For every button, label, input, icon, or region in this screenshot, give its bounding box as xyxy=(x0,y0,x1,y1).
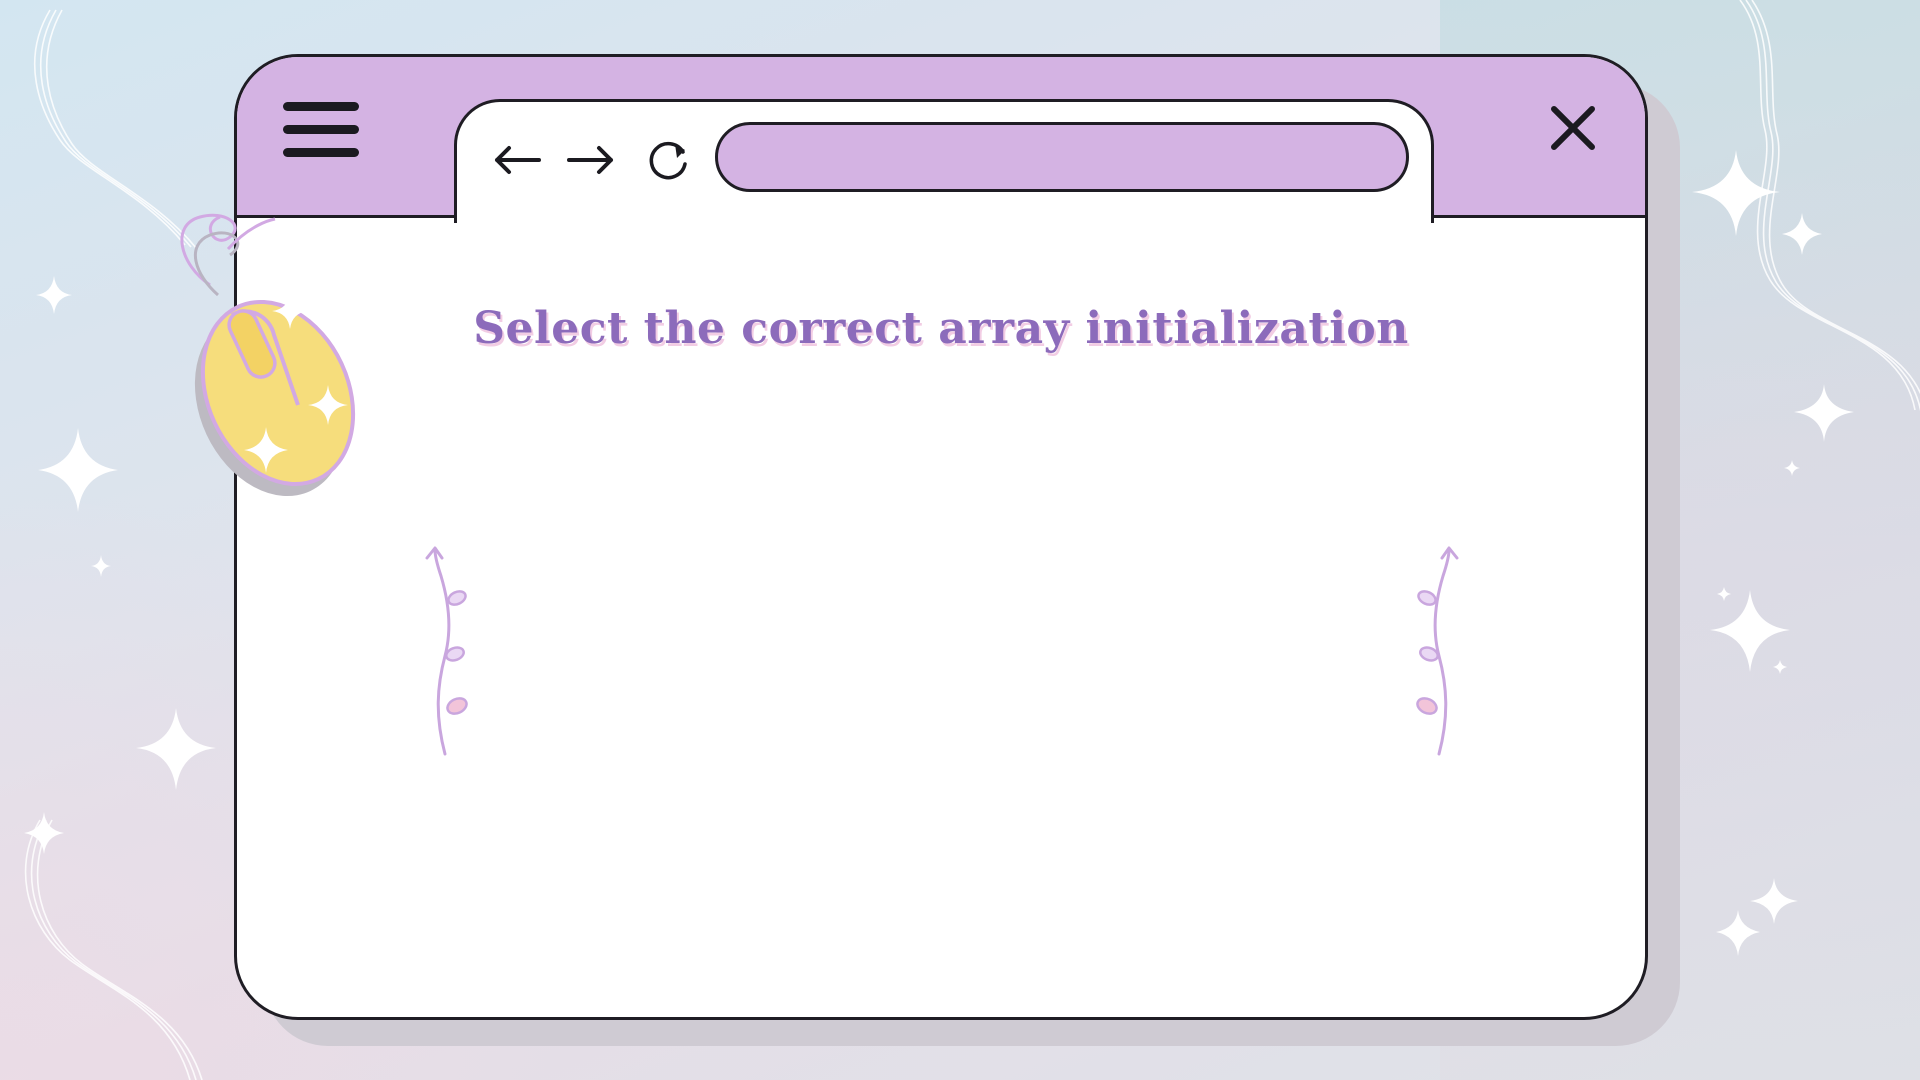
arrow-left-icon[interactable] xyxy=(491,138,543,182)
arrow-right-icon[interactable] xyxy=(565,138,617,182)
sparkle-icon xyxy=(1717,587,1731,601)
sparkle-icon xyxy=(1794,384,1854,442)
computer-mouse-icon xyxy=(180,213,356,497)
vine-decoration-right-icon xyxy=(1416,546,1459,756)
address-bar[interactable] xyxy=(715,122,1409,192)
sparkle-icon xyxy=(1782,213,1822,255)
sparkle-icon xyxy=(38,428,118,512)
sparkle-icon xyxy=(1750,878,1798,924)
sparkle-icon xyxy=(91,555,111,577)
browser-tab xyxy=(454,99,1434,223)
close-x-icon[interactable] xyxy=(1550,105,1596,151)
sparkle-icon xyxy=(136,708,216,790)
hamburger-menu-icon[interactable] xyxy=(283,102,359,158)
reload-icon[interactable] xyxy=(645,138,691,182)
vine-decoration-left-icon xyxy=(425,546,468,756)
page-title: Select the correct array initialization xyxy=(473,303,1409,354)
wavy-lines-right xyxy=(1739,0,1920,412)
sparkle-icon xyxy=(1716,910,1760,956)
sparkle-icon xyxy=(36,276,72,314)
sparkle-icon xyxy=(1773,660,1787,674)
sparkle-icon xyxy=(1710,590,1790,672)
sparkle-icon xyxy=(1692,150,1780,236)
sparkle-icon xyxy=(24,812,64,854)
browser-window: Select the correct array initialization xyxy=(234,54,1648,1020)
page-content: Select the correct array initialization xyxy=(237,218,1645,1017)
sparkle-icon xyxy=(1784,460,1800,476)
wavy-lines-bottom-left xyxy=(24,819,203,1080)
